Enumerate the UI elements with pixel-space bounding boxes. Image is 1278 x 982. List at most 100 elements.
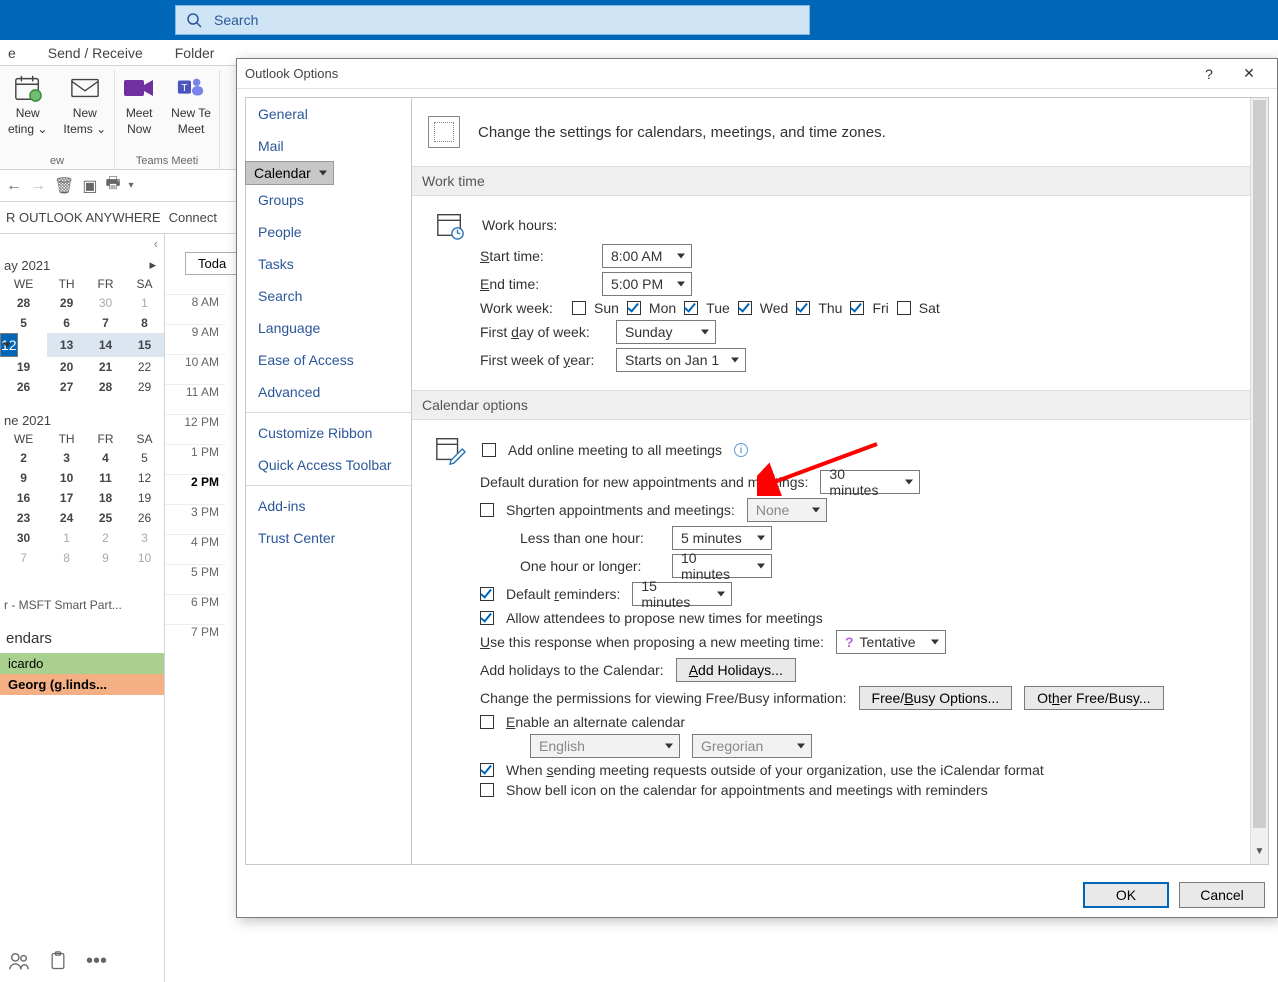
alt-lang-select[interactable]: English: [530, 734, 680, 758]
ribbon-tab-folder[interactable]: Folder: [175, 45, 215, 61]
trash-icon[interactable]: 🗑: [54, 176, 74, 196]
today-button[interactable]: Toda: [185, 252, 239, 275]
anywhere-text: R OUTLOOK ANYWHERE: [6, 210, 161, 225]
month1-label: ay 2021: [4, 258, 50, 273]
calendar-entry-1[interactable]: icardo: [0, 653, 164, 674]
chk-icalendar[interactable]: [480, 763, 494, 777]
teams-icon: T: [175, 72, 207, 104]
info-icon[interactable]: i: [734, 443, 748, 457]
time-slot: 3 PM: [165, 504, 225, 534]
camera-icon: [123, 72, 155, 104]
month-next-icon[interactable]: ▸: [149, 257, 156, 273]
start-time-label: Start time:: [480, 248, 590, 264]
lt-hour-select[interactable]: 5 minutes: [672, 526, 772, 550]
meet-now-button[interactable]: Meet Now: [123, 72, 155, 136]
search-placeholder: Search: [214, 12, 258, 28]
nav-trust[interactable]: Trust Center: [246, 522, 411, 554]
ribbon-tab-home[interactable]: e: [8, 45, 16, 61]
chk-allow-propose[interactable]: [480, 611, 494, 625]
people-icon[interactable]: [8, 950, 30, 978]
chk-alt-calendar[interactable]: [480, 715, 494, 729]
nav-groups[interactable]: Groups: [246, 184, 411, 216]
back-icon[interactable]: ←: [6, 177, 22, 195]
close-button[interactable]: ✕: [1229, 65, 1269, 82]
ribbon-group2-label: Teams Meeti: [136, 155, 198, 167]
nav-general[interactable]: General: [246, 98, 411, 130]
chk-thu[interactable]: [796, 301, 810, 315]
fwd-icon[interactable]: →: [30, 177, 46, 195]
mini-calendar-2[interactable]: WETHFRSA 2345 9101112 16171819 23242526 …: [0, 430, 164, 568]
freebusy-options-button[interactable]: Free/Busy Options...: [859, 686, 1013, 710]
nav-addins[interactable]: Add-ins: [246, 485, 411, 522]
end-time-select[interactable]: 5:00 PM: [602, 272, 692, 296]
work-hours-label: Work hours:: [482, 217, 557, 233]
start-time-select[interactable]: 8:00 AM: [602, 244, 692, 268]
def-reminders-select[interactable]: 15 minutes: [632, 582, 732, 606]
chk-fri[interactable]: [850, 301, 864, 315]
nav-custom-ribbon[interactable]: Customize Ribbon: [246, 412, 411, 449]
meet-now-label1: Meet: [126, 106, 153, 120]
scroll-down-icon[interactable]: ▼: [1251, 846, 1268, 864]
more-icon[interactable]: •••: [86, 950, 107, 978]
ribbon-tab-send-receive[interactable]: Send / Receive: [48, 45, 143, 61]
time-slot: 1 PM: [165, 444, 225, 474]
first-dow-label: First day of week:: [480, 324, 604, 340]
archive-icon[interactable]: ▣: [82, 176, 97, 196]
cancel-button[interactable]: Cancel: [1179, 882, 1265, 908]
chevron-down-icon[interactable]: ▾: [129, 180, 134, 191]
nav-tasks[interactable]: Tasks: [246, 248, 411, 280]
print-icon[interactable]: 🖶: [105, 172, 120, 199]
title-bar: Search: [0, 0, 1278, 40]
nav-calendar[interactable]: Calendar: [245, 161, 334, 185]
time-slot: 5 PM: [165, 564, 225, 594]
response-select[interactable]: ? Tentative: [836, 630, 946, 654]
alt-calendar-label: Enable an alternate calendar: [506, 714, 685, 730]
tasks-nav-icon[interactable]: [48, 950, 68, 978]
add-holidays-button[interactable]: Add Holidays...: [676, 658, 796, 682]
nav-ease[interactable]: Ease of Access: [246, 344, 411, 376]
chk-sun[interactable]: [572, 301, 586, 315]
chk-def-reminders[interactable]: [480, 587, 494, 601]
chk-bell[interactable]: [480, 783, 494, 797]
new-meeting-button[interactable]: New eting ⌄: [8, 72, 47, 136]
time-slot: 11 AM: [165, 384, 225, 414]
task-text: r - MSFT Smart Part...: [4, 598, 154, 612]
chk-wed[interactable]: [738, 301, 752, 315]
help-button[interactable]: ?: [1189, 66, 1229, 82]
first-woy-select[interactable]: Starts on Jan 1: [616, 348, 746, 372]
def-duration-select[interactable]: 30 minutes: [820, 470, 920, 494]
calendar-entry-2[interactable]: Georg (g.linds...: [0, 674, 164, 695]
shorten-select[interactable]: None: [747, 498, 827, 522]
holidays-label: Add holidays to the Calendar:: [480, 662, 664, 678]
anywhere-connect[interactable]: Connect: [169, 210, 217, 225]
nav-language[interactable]: Language: [246, 312, 411, 344]
chk-tue[interactable]: [684, 301, 698, 315]
dialog-titlebar: Outlook Options ? ✕: [237, 59, 1277, 89]
time-slot: 6 PM: [165, 594, 225, 624]
nav-advanced[interactable]: Advanced: [246, 376, 411, 408]
chk-add-online[interactable]: [482, 443, 496, 457]
chk-mon[interactable]: [627, 301, 641, 315]
nav-qat[interactable]: Quick Access Toolbar: [246, 449, 411, 481]
nav-search[interactable]: Search: [246, 280, 411, 312]
alt-sys-select[interactable]: Gregorian: [692, 734, 812, 758]
outlook-options-dialog: Outlook Options ? ✕ General Mail Calenda…: [236, 58, 1278, 918]
scrollbar-thumb[interactable]: [1253, 100, 1266, 828]
chk-sat[interactable]: [897, 301, 911, 315]
new-teams-meeting-button[interactable]: T New Te Meet: [171, 72, 211, 136]
mini-calendar-1[interactable]: WETHFRSA 2829301 5678 12131415 19202122 …: [0, 275, 164, 397]
first-dow-select[interactable]: Sunday: [616, 320, 716, 344]
new-items-button[interactable]: New Items ⌄: [63, 72, 106, 136]
nav-mail[interactable]: Mail: [246, 130, 411, 162]
end-time-label: End time:: [480, 276, 590, 292]
other-freebusy-button[interactable]: Other Free/Busy...: [1024, 686, 1163, 710]
search-icon: [186, 12, 202, 28]
collapse-icon[interactable]: ‹: [0, 234, 164, 253]
search-box[interactable]: Search: [175, 5, 810, 35]
nav-people[interactable]: People: [246, 216, 411, 248]
ge-hour-select[interactable]: 10 minutes: [672, 554, 772, 578]
content-scrollbar[interactable]: ▲ ▼: [1250, 98, 1268, 864]
dialog-title: Outlook Options: [245, 66, 338, 81]
chk-shorten[interactable]: [480, 503, 494, 517]
ok-button[interactable]: OK: [1083, 882, 1169, 908]
